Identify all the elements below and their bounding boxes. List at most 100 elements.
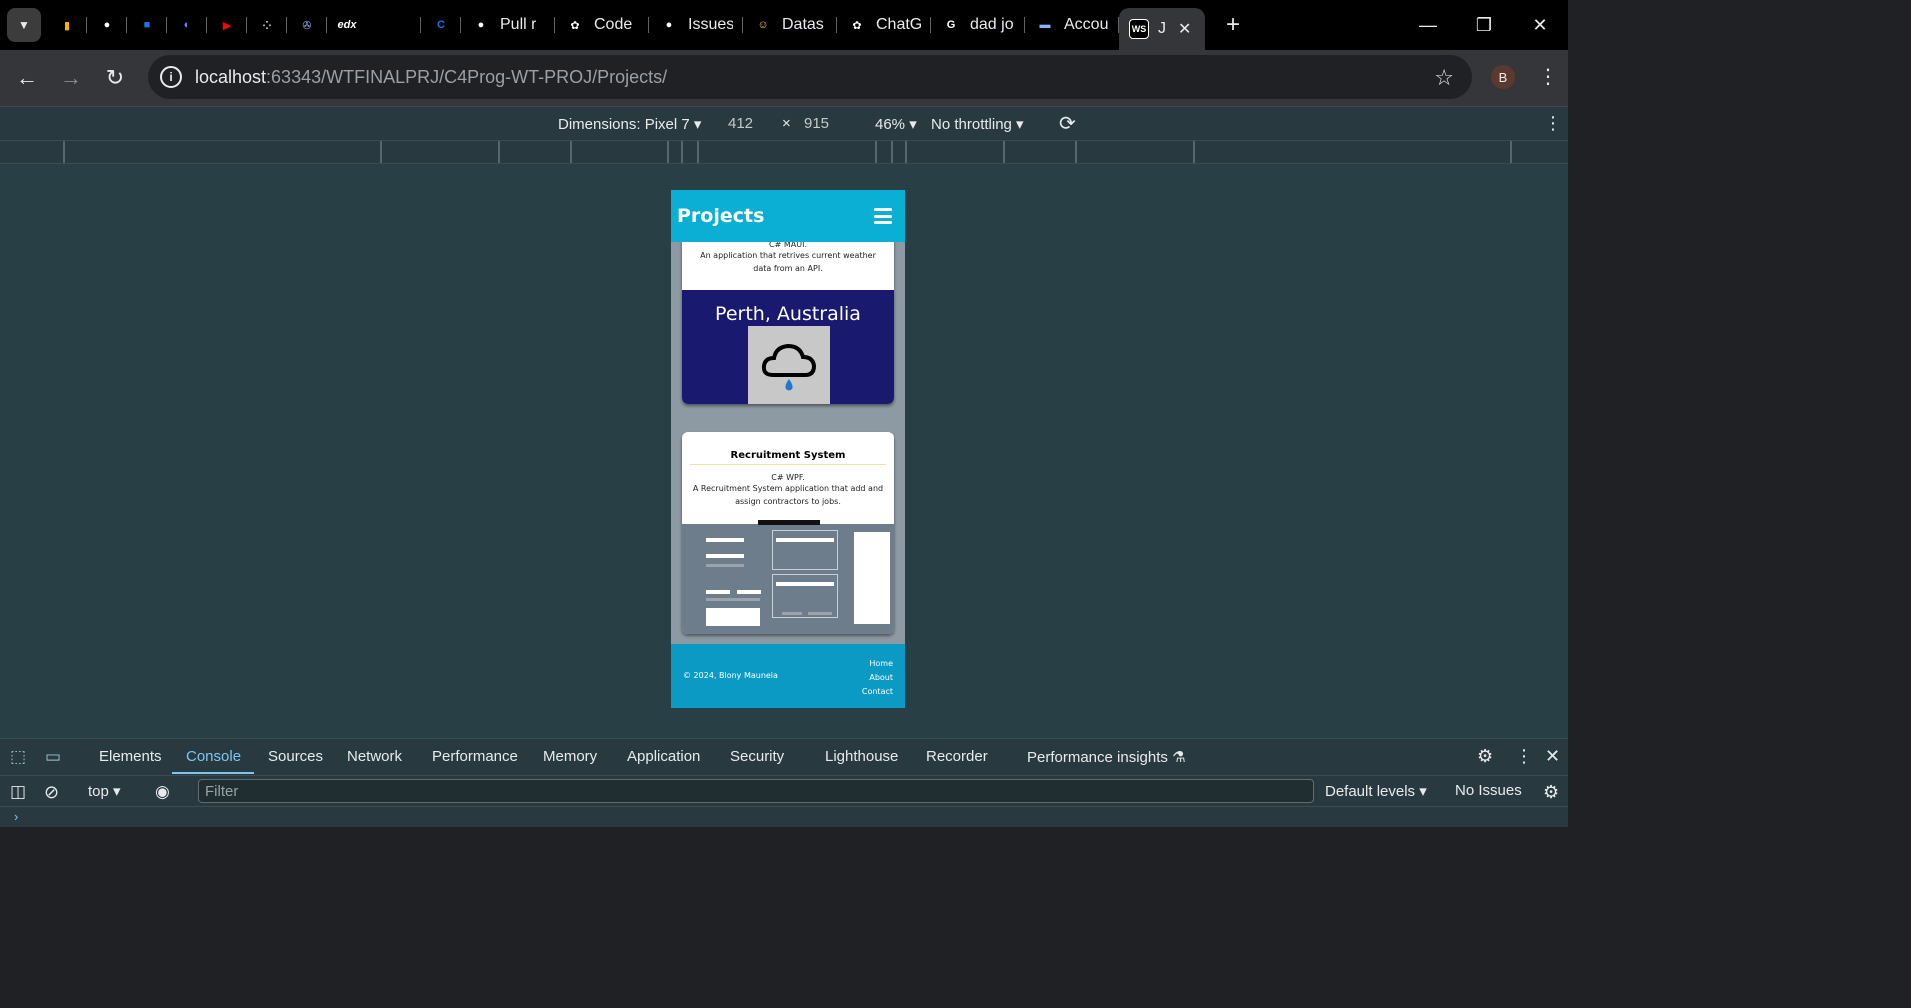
close-window-button[interactable]: ✕ bbox=[1512, 0, 1568, 50]
footer-link-contact[interactable]: Contact bbox=[862, 685, 893, 699]
browser-tab[interactable]: ● bbox=[87, 0, 127, 50]
rotate-icon[interactable]: ⟳ bbox=[1059, 111, 1076, 136]
project-card-weather: C# MAUI. An application that retrives cu… bbox=[682, 228, 894, 404]
tab-label: Pull r bbox=[500, 16, 537, 33]
devtools-tab-security[interactable]: Security bbox=[730, 748, 784, 765]
analytics-icon: ▮ bbox=[63, 19, 71, 32]
browser-tab[interactable]: ▬ Accou bbox=[1025, 0, 1119, 50]
browser-toolbar: ← → ↻ i localhost:63343/WTFINALPRJ/C4Pro… bbox=[0, 50, 1568, 106]
zoom-select[interactable]: 46% ▾ bbox=[875, 115, 917, 133]
webstorm-icon: WS bbox=[1129, 19, 1149, 39]
footer-link-about[interactable]: About bbox=[862, 671, 893, 685]
browser-tab[interactable]: ✇ bbox=[287, 0, 327, 50]
browser-tab[interactable]: C bbox=[421, 0, 461, 50]
browser-tab[interactable]: ● Issues bbox=[649, 0, 743, 50]
console-prompt[interactable]: › bbox=[14, 809, 18, 824]
profile-avatar[interactable]: B bbox=[1491, 65, 1515, 89]
devtools-panel: ⬚ ▭ Elements Console Sources Network Per… bbox=[0, 738, 1568, 827]
sidebar-toggle-icon[interactable]: ◫ bbox=[10, 782, 26, 802]
site-info-icon[interactable]: i bbox=[160, 66, 182, 88]
hamburger-menu-icon[interactable] bbox=[874, 208, 892, 224]
browser-tab[interactable]: ✿ ChatG bbox=[837, 0, 931, 50]
page-footer: © 2024, Blony Maunela Home About Contact bbox=[671, 644, 905, 708]
weather-app-preview: Perth, Australia bbox=[682, 290, 894, 404]
project-tech: C# WPF. bbox=[771, 473, 805, 482]
project-title: Recruitment System bbox=[690, 432, 886, 465]
log-levels-select[interactable]: Default levels ▾ bbox=[1325, 782, 1427, 800]
eye-icon[interactable]: ◉ bbox=[155, 782, 170, 802]
arrow-left-icon: ← bbox=[16, 65, 38, 90]
width-input[interactable]: 412 bbox=[728, 115, 753, 132]
bookmark-star-icon[interactable]: ☆ bbox=[1434, 65, 1454, 91]
browser-tab[interactable]: edx bbox=[327, 0, 421, 50]
device-toggle-icon[interactable]: ▭ bbox=[45, 747, 61, 767]
reload-button[interactable]: ↻ bbox=[93, 56, 137, 100]
github-icon: ● bbox=[477, 19, 485, 31]
issues-counter[interactable]: No Issues bbox=[1455, 782, 1522, 799]
device-dimensions-select[interactable]: Dimensions: Pixel 7 ▾ bbox=[558, 115, 701, 133]
devtools-tab-memory[interactable]: Memory bbox=[543, 748, 597, 765]
browser-tab[interactable]: ☺ Datas bbox=[743, 0, 837, 50]
media-query-bar[interactable] bbox=[0, 140, 1568, 164]
dots-icon: ⁘ bbox=[262, 19, 272, 32]
devtools-tab-sources[interactable]: Sources bbox=[268, 748, 323, 765]
height-input[interactable]: 915 bbox=[804, 115, 829, 132]
footer-link-home[interactable]: Home bbox=[862, 657, 893, 671]
devtools-tab-performance[interactable]: Performance bbox=[432, 748, 518, 765]
browser-tab[interactable]: ✿ Code bbox=[555, 0, 649, 50]
back-button[interactable]: ← bbox=[5, 56, 49, 100]
devtools-close-icon[interactable]: ✕ bbox=[1545, 746, 1560, 767]
device-viewport: Projects C# MAUI. An application that re… bbox=[0, 164, 1568, 738]
console-settings-icon[interactable]: ⚙ bbox=[1543, 782, 1559, 803]
page-header: Projects bbox=[671, 190, 905, 242]
tab-label: J bbox=[1158, 20, 1166, 37]
devtools-tab-elements[interactable]: Elements bbox=[99, 748, 162, 765]
address-bar[interactable]: i localhost:63343/WTFINALPRJ/C4Prog-WT-P… bbox=[148, 55, 1472, 99]
console-toolbar: ◫ ⊘ top ▾ ◉ Filter Default levels ▾ No I… bbox=[0, 775, 1568, 807]
tab-search-button[interactable]: ▼ bbox=[7, 8, 41, 42]
browser-tab[interactable]: ▮ bbox=[47, 0, 87, 50]
new-tab-button[interactable]: + bbox=[1219, 11, 1247, 39]
devtools-tab-network[interactable]: Network bbox=[347, 748, 402, 765]
browser-tab[interactable]: ◐ bbox=[167, 0, 207, 50]
context-select[interactable]: top ▾ bbox=[88, 782, 121, 800]
devtools-tab-application[interactable]: Application bbox=[627, 748, 700, 765]
browser-tab[interactable]: ⁘ bbox=[247, 0, 287, 50]
tab-label: Datas bbox=[782, 16, 824, 33]
footer-copyright: © 2024, Blony Maunela bbox=[683, 671, 778, 680]
browser-tab[interactable]: ■ bbox=[127, 0, 167, 50]
account-icon: ▬ bbox=[1039, 19, 1051, 31]
devtools-tab-recorder[interactable]: Recorder bbox=[926, 748, 988, 765]
clear-console-icon[interactable]: ⊘ bbox=[44, 782, 59, 803]
tab-label: dad jo bbox=[970, 16, 1014, 33]
chatgpt-icon: ✿ bbox=[570, 19, 580, 32]
browser-tab-active[interactable]: WS J ✕ bbox=[1119, 8, 1205, 50]
device-toolbar: Dimensions: Pixel 7 ▾ 412 × 915 46% ▾ No… bbox=[0, 106, 1568, 140]
browser-tab[interactable]: Gdad jo bbox=[931, 0, 1025, 50]
footer-links: Home About Contact bbox=[862, 657, 893, 699]
devtools-more-icon[interactable]: ⋮ bbox=[1515, 746, 1533, 767]
minimize-button[interactable]: — bbox=[1400, 0, 1456, 50]
devtools-tab-lighthouse[interactable]: Lighthouse bbox=[825, 748, 898, 765]
browser-tab[interactable]: ● Pull r bbox=[461, 0, 555, 50]
device-more-icon[interactable]: ⋮ bbox=[1544, 113, 1562, 134]
google-icon: G bbox=[946, 19, 956, 31]
inspect-element-icon[interactable]: ⬚ bbox=[10, 747, 26, 767]
close-tab-icon[interactable]: ✕ bbox=[1178, 19, 1191, 39]
devtools-tab-console[interactable]: Console bbox=[186, 748, 241, 765]
console-filter-input[interactable]: Filter bbox=[198, 779, 1314, 803]
url-text[interactable]: localhost:63343/WTFINALPRJ/C4Prog-WT-PRO… bbox=[195, 67, 667, 88]
browser-tab[interactable]: ▶ bbox=[207, 0, 247, 50]
devtools-settings-icon[interactable]: ⚙ bbox=[1477, 746, 1493, 767]
film-icon: ✇ bbox=[302, 19, 312, 32]
browser-menu-icon[interactable]: ⋮ bbox=[1538, 64, 1558, 89]
restore-button[interactable]: ❐ bbox=[1456, 0, 1512, 50]
throttling-select[interactable]: No throttling ▾ bbox=[931, 115, 1024, 133]
tab-label: Issues bbox=[688, 16, 733, 33]
forward-button[interactable]: → bbox=[49, 56, 93, 100]
devtools-tab-performance-insights[interactable]: Performance insights ⚗ bbox=[1027, 748, 1186, 766]
emulated-page[interactable]: Projects C# MAUI. An application that re… bbox=[671, 190, 905, 708]
github-icon: ● bbox=[665, 19, 673, 31]
youtube-icon: ▶ bbox=[222, 19, 232, 32]
windows-icon: ■ bbox=[143, 19, 151, 31]
